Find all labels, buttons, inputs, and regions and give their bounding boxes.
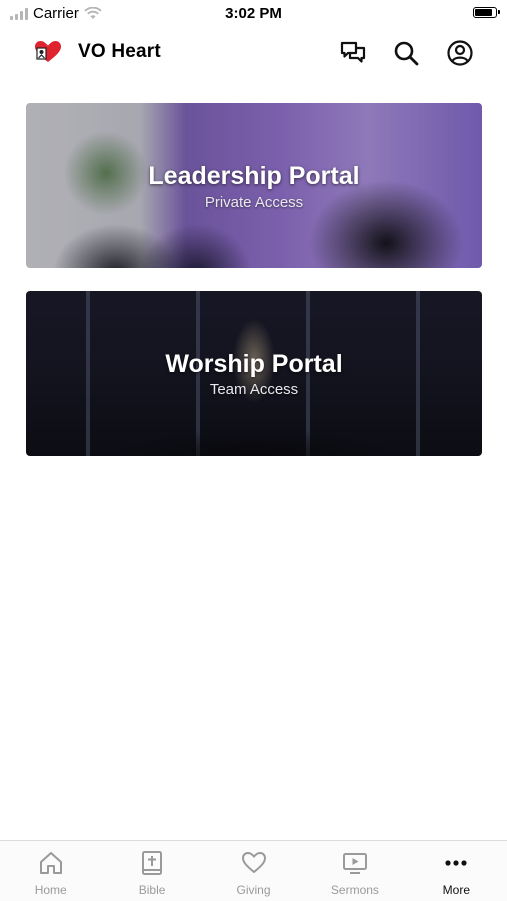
card-title: Worship Portal — [165, 350, 343, 378]
status-time: 3:02 PM — [225, 5, 282, 22]
battery-icon — [473, 7, 500, 18]
account-button[interactable] — [445, 38, 475, 68]
heart-icon — [241, 852, 266, 873]
search-button[interactable] — [391, 38, 421, 68]
chat-icon — [340, 41, 366, 63]
tab-bible[interactable]: Bible — [101, 841, 202, 901]
tab-label: Giving — [236, 883, 271, 897]
tab-bar: Home Bible Giving Sermons More — [0, 840, 507, 901]
tab-giving[interactable]: Giving — [203, 841, 304, 901]
card-title: Leadership Portal — [148, 162, 360, 190]
account-icon — [447, 40, 473, 66]
logo-icon — [35, 41, 61, 62]
worship-portal-card[interactable]: Worship Portal Team Access — [26, 291, 482, 456]
leadership-portal-card[interactable]: Leadership Portal Private Access — [26, 103, 482, 268]
bible-icon — [142, 851, 163, 875]
app-header: VO Heart — [0, 28, 507, 78]
tab-sermons[interactable]: Sermons — [304, 841, 405, 901]
card-subtitle: Team Access — [209, 381, 299, 398]
tab-label: Sermons — [330, 883, 379, 897]
home-icon — [39, 852, 62, 874]
tab-label: Bible — [138, 883, 166, 897]
tab-more[interactable]: More — [406, 841, 507, 901]
sermons-icon — [342, 853, 367, 874]
tab-home[interactable]: Home — [0, 841, 101, 901]
more-icon — [445, 860, 467, 866]
card-subtitle: Private Access — [204, 194, 304, 211]
tab-label: More — [442, 883, 470, 897]
status-bar: Carrier 3:02 PM — [0, 0, 507, 28]
app-title: VO Heart — [78, 41, 161, 62]
chat-button[interactable] — [338, 38, 368, 68]
search-icon — [394, 41, 419, 66]
tab-label: Home — [34, 883, 67, 897]
